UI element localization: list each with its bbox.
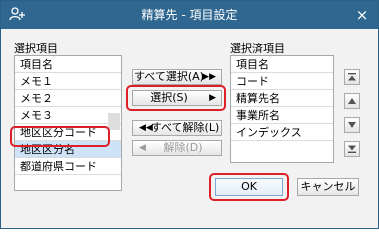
list-item[interactable]: 都道府県コード [15, 158, 121, 175]
available-items-list[interactable]: 項目名 メモ１ メモ２ メモ３ 地区区分コード 地区区分名 都道府県コード [14, 55, 122, 191]
deselect-label: 解除(D) [163, 141, 203, 154]
list-item[interactable]: 事業所名 [231, 107, 333, 124]
selected-items-label: 選択済項目 [230, 42, 285, 55]
move-to-bottom-icon[interactable] [344, 141, 360, 157]
select-button-highlight [126, 85, 226, 111]
item-settings-dialog: 精算先 - 項目設定 × 選択項目 項目名 メモ１ メモ２ メモ３ 地区区分コー… [0, 0, 379, 229]
list-header: 項目名 [231, 56, 333, 73]
list-header: 項目名 [15, 56, 121, 73]
move-to-top-icon[interactable] [344, 69, 360, 85]
available-items-label: 選択項目 [14, 42, 58, 55]
deselect-all-button[interactable]: ◀◀ すべて解除(L) [132, 120, 222, 136]
list-item[interactable]: インデックス [231, 124, 333, 141]
list-item[interactable]: メモ１ [15, 73, 121, 90]
list-item[interactable]: 精算先名 [231, 90, 333, 107]
title-bar: 精算先 - 項目設定 × [1, 1, 378, 29]
deselect-button[interactable]: ◀ 解除(D) [132, 140, 222, 156]
selected-items-list[interactable]: 項目名 コード 精算先名 事業所名 インデックス [230, 55, 334, 163]
list-scrollbar[interactable] [108, 113, 120, 130]
close-icon[interactable]: × [354, 7, 370, 23]
deselect-all-label: すべて解除(L) [150, 121, 220, 134]
list-item[interactable]: コード [231, 73, 333, 90]
list-item[interactable]: メモ３ [15, 107, 121, 124]
window-title: 精算先 - 項目設定 [141, 8, 238, 22]
select-all-label: すべて選択(A) [134, 70, 204, 83]
move-up-icon[interactable] [344, 93, 360, 109]
selected-item-highlight [10, 126, 110, 147]
double-right-arrow-icon: ▶▶ [202, 72, 216, 82]
cancel-button[interactable]: キャンセル [297, 178, 359, 196]
move-down-icon[interactable] [344, 117, 360, 133]
select-all-button[interactable]: すべて選択(A) ▶▶ [132, 69, 222, 85]
ok-button-highlight [209, 173, 289, 201]
list-item[interactable]: メモ２ [15, 90, 121, 107]
